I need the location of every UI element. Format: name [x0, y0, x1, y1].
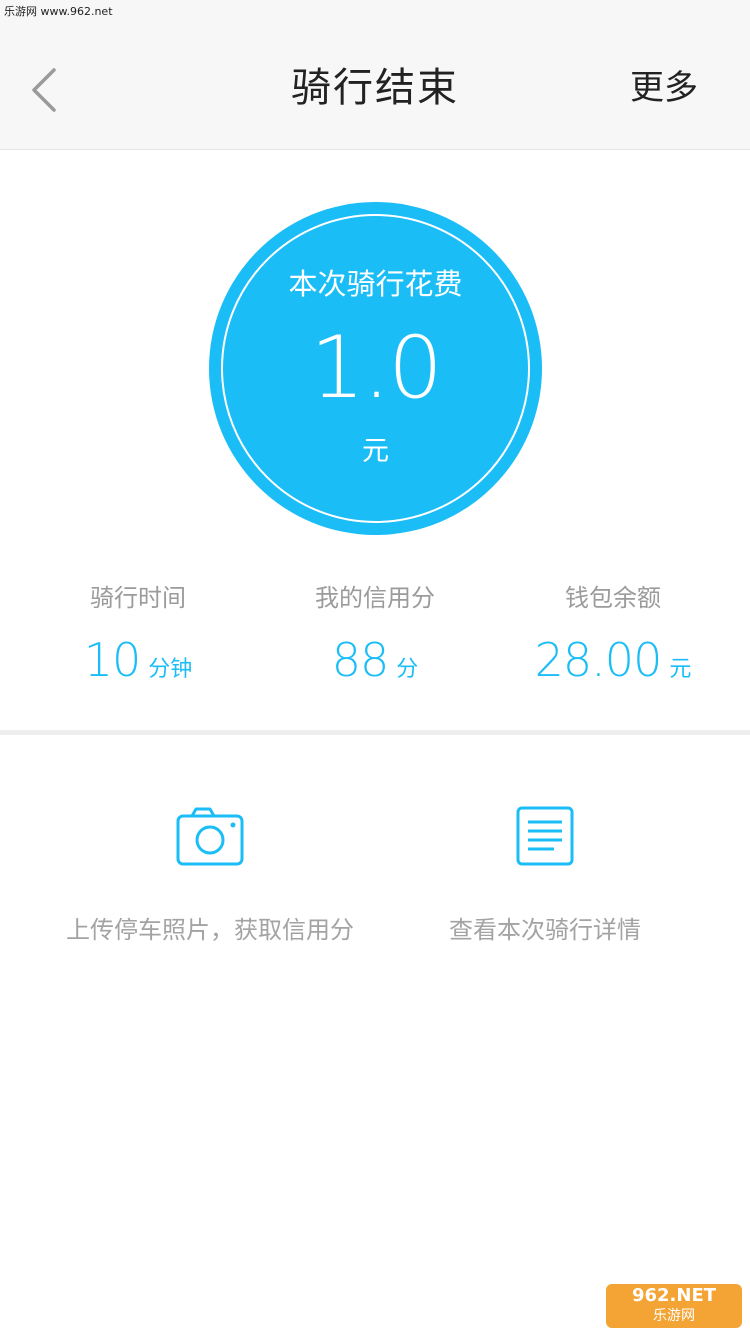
stat-value: 28.00	[534, 633, 663, 687]
camera-icon	[176, 807, 244, 866]
stat-credit-score: 我的信用分 88 分	[250, 578, 500, 698]
ride-stats: 骑行时间 10 分钟 我的信用分 88 分 钱包余额 28.00 元	[0, 578, 750, 698]
stat-ride-time: 骑行时间 10 分钟	[13, 578, 263, 698]
watermark-bottom-logo: 962.NET 乐游网	[606, 1284, 742, 1328]
view-ride-details-button[interactable]: 查看本次骑行详情	[420, 806, 670, 956]
stat-wallet-balance: 钱包余额 28.00 元	[488, 578, 738, 698]
stat-label: 钱包余额	[565, 584, 661, 612]
section-divider	[0, 730, 750, 735]
ride-finished-screen: 乐游网 www.962.net 骑行结束 更多 本次骑行花费 1.0 元 骑行时…	[0, 0, 750, 1334]
nav-bar: 乐游网 www.962.net 骑行结束 更多	[0, 0, 750, 150]
stat-label: 骑行时间	[90, 584, 186, 612]
stat-unit: 分	[396, 657, 419, 682]
document-icon	[516, 806, 574, 866]
ride-cost-circle: 本次骑行花费 1.0 元	[209, 202, 542, 535]
action-label: 查看本次骑行详情	[449, 916, 641, 944]
action-label: 上传停车照片，获取信用分	[66, 916, 354, 944]
stat-value: 10	[83, 633, 142, 687]
stat-unit: 元	[669, 657, 692, 682]
cost-unit: 元	[362, 436, 389, 467]
cost-label: 本次骑行花费	[288, 267, 463, 301]
upload-parking-photo-button[interactable]: 上传停车照片，获取信用分	[50, 806, 370, 956]
cost-value: 1.0	[310, 318, 443, 418]
stat-unit: 分钟	[148, 657, 193, 682]
watermark-bottom-text-sub: 乐游网	[653, 1308, 695, 1324]
more-button[interactable]: 更多	[630, 64, 698, 112]
watermark-bottom-text: 962.NET	[631, 1285, 717, 1306]
stat-label: 我的信用分	[315, 584, 435, 612]
watermark-top: 乐游网 www.962.net	[4, 5, 113, 18]
stat-value: 88	[331, 633, 390, 687]
